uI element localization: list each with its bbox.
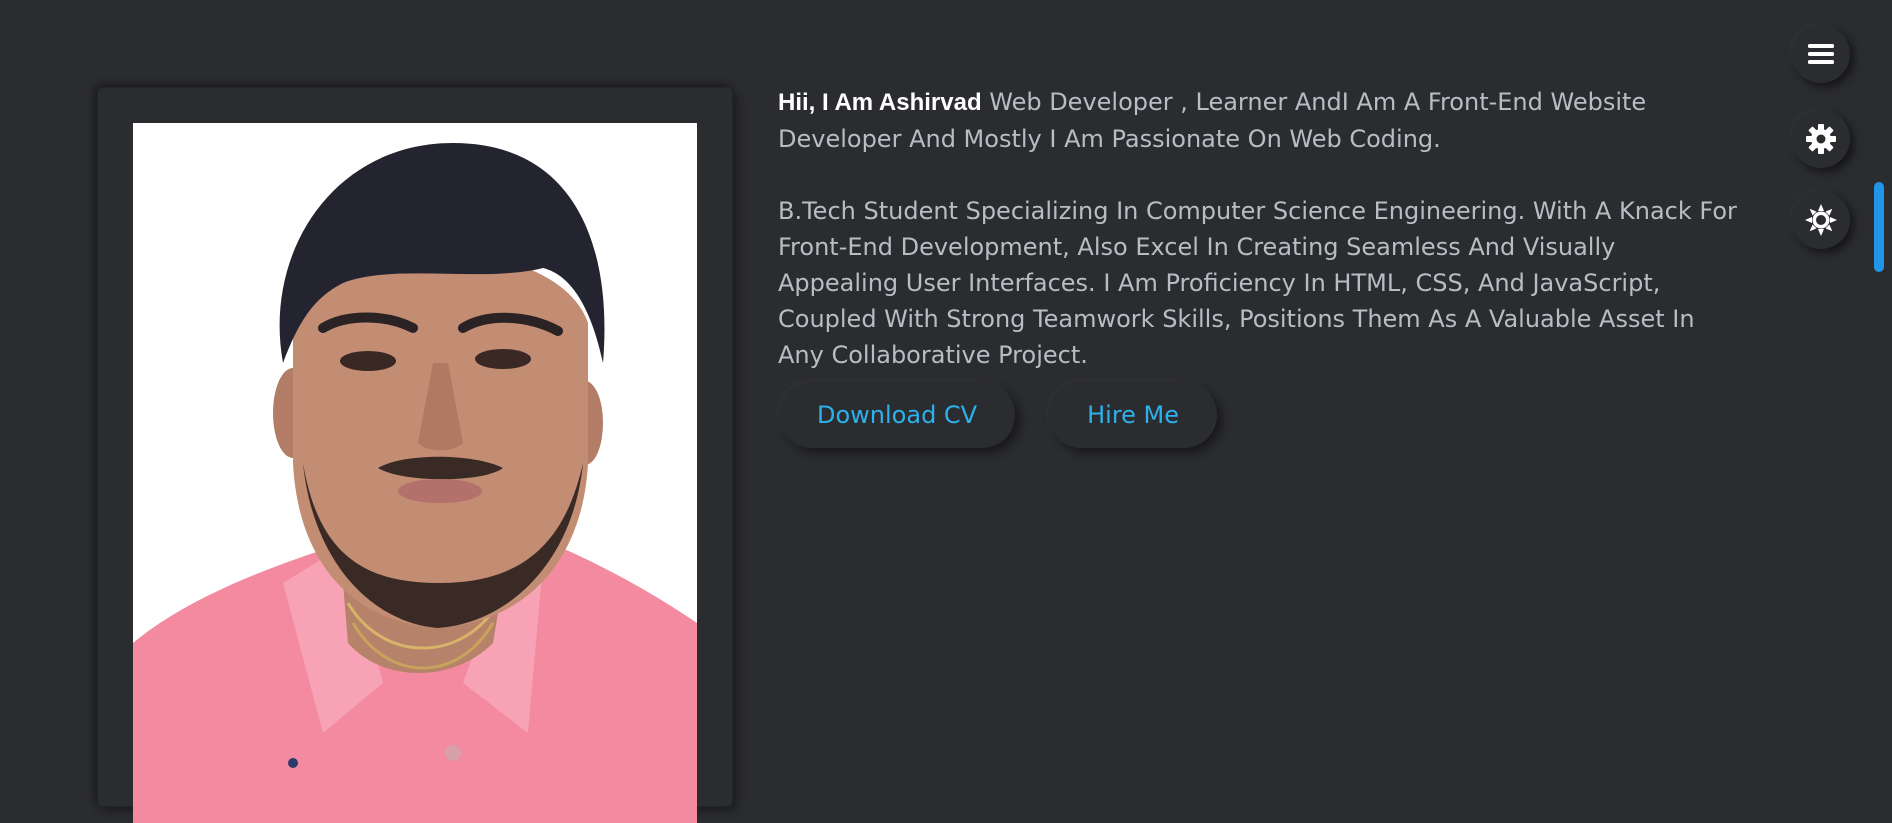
theme-toggle-button[interactable] — [1792, 191, 1850, 249]
action-buttons: Download CV Hire Me — [779, 382, 1218, 448]
download-cv-button[interactable]: Download CV — [779, 382, 1016, 448]
bio-paragraph: B.Tech Student Specializing In Computer … — [778, 197, 1737, 369]
intro-paragraph: Hii, I Am Ashirvad Web Developer , Learn… — [778, 84, 1738, 157]
hire-me-button[interactable]: Hire Me — [1049, 382, 1218, 448]
profile-photo — [133, 123, 697, 823]
greeting-name: Hii, I Am Ashirvad — [778, 89, 982, 116]
menu-button[interactable] — [1792, 25, 1850, 83]
scrollbar-thumb[interactable] — [1874, 182, 1884, 272]
sun-icon — [1805, 204, 1837, 236]
gear-icon — [1806, 124, 1836, 154]
profile-photo-card — [97, 87, 733, 823]
hamburger-menu-icon — [1808, 44, 1834, 64]
settings-button[interactable] — [1792, 110, 1850, 168]
about-section: Hii, I Am Ashirvad Web Developer , Learn… — [778, 84, 1738, 373]
portrait-illustration — [133, 123, 697, 823]
